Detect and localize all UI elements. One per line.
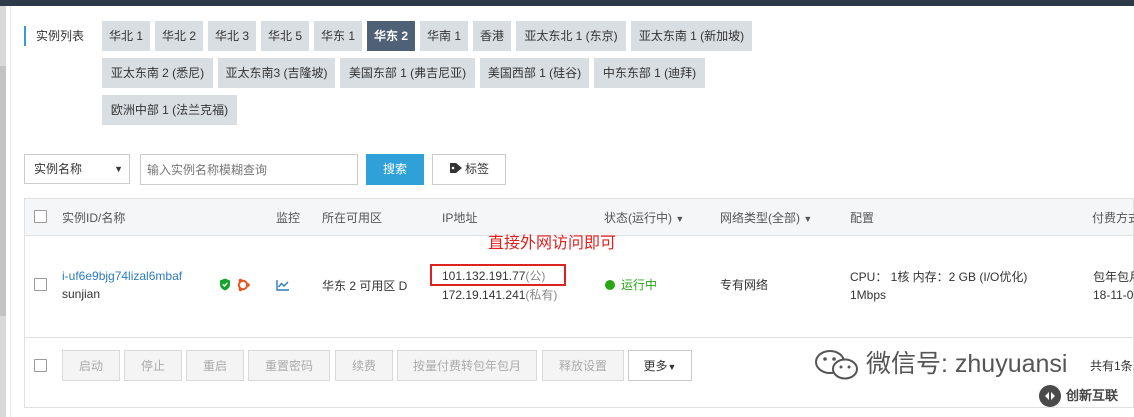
- network-filter-label: 网络类型(全部): [720, 211, 800, 225]
- instance-id-link[interactable]: i-uf6e9bjg74lizal6mbaf: [62, 268, 182, 284]
- search-input[interactable]: [140, 154, 358, 185]
- caret-down-icon: ▼: [667, 362, 677, 372]
- public-ip: 101.132.191.77(公): [442, 268, 545, 284]
- region-tab[interactable]: 香港: [473, 21, 511, 51]
- billing-date: 18-11-0: [1093, 288, 1134, 302]
- region-tab[interactable]: 华北 1: [102, 21, 150, 51]
- region-tab[interactable]: 中东东部 1 (迪拜): [594, 58, 705, 88]
- region-tab-active[interactable]: 华东 2: [367, 21, 415, 51]
- column-header-status[interactable]: 状态(运行中) ▼: [604, 210, 684, 226]
- zone-value: 华东 2 可用区 D: [322, 279, 408, 293]
- search-field-label: 实例名称: [34, 162, 83, 176]
- region-tab[interactable]: 美国西部 1 (硅谷): [480, 58, 589, 88]
- annotation-text: 直接外网访问即可: [488, 235, 617, 252]
- stop-button[interactable]: 停止: [124, 350, 182, 381]
- watermark-text: 微信号: zhuyuansi: [866, 350, 1068, 378]
- divider: [10, 6, 11, 417]
- region-tab[interactable]: 华东 1: [314, 21, 362, 51]
- region-tab[interactable]: 华北 5: [261, 21, 309, 51]
- search-field-select[interactable]: 实例名称 ▼: [24, 154, 130, 184]
- tag-icon: [449, 163, 462, 173]
- column-header-network[interactable]: 网络类型(全部) ▼: [720, 210, 812, 226]
- release-settings-button[interactable]: 释放设置: [542, 350, 624, 381]
- region-tab[interactable]: 欧洲中部 1 (法兰克福): [102, 95, 237, 125]
- private-ip-suffix: (私有): [525, 288, 558, 302]
- caret-down-icon: ▼: [114, 164, 123, 174]
- region-tab[interactable]: 美国东部 1 (弗吉尼亚): [340, 58, 475, 88]
- column-header-monitor: 监控: [276, 211, 301, 225]
- public-ip-suffix: (公): [525, 269, 546, 283]
- top-bar: [0, 0, 1134, 6]
- monitor-chart-icon[interactable]: [276, 279, 290, 291]
- config-spec: CPU： 1核 内存：2 GB (I/O优化): [850, 270, 1028, 284]
- instance-name: sunjian: [62, 287, 101, 301]
- caret-down-icon: ▼: [675, 214, 685, 224]
- pagination-total: 共有1条,: [1090, 359, 1134, 373]
- region-tab[interactable]: 亚太东南3 (吉隆坡): [218, 58, 335, 88]
- billing-type: 包年包月: [1093, 270, 1134, 284]
- private-ip: 172.19.141.241(私有): [442, 287, 557, 303]
- region-tab[interactable]: 华南 1: [420, 21, 468, 51]
- private-ip-value: 172.19.141.241: [442, 288, 526, 302]
- brand-name: 创新互联: [1066, 388, 1119, 403]
- wechat-icon: [815, 350, 858, 380]
- region-tab[interactable]: 亚太东南 1 (新加坡): [631, 21, 752, 51]
- search-button[interactable]: 搜索: [366, 154, 424, 185]
- column-header-ip: IP地址: [442, 211, 478, 225]
- select-all-checkbox[interactable]: [34, 210, 47, 223]
- region-tab[interactable]: 亚太东南 2 (悉尼): [102, 58, 213, 88]
- more-button[interactable]: 更多▼: [628, 350, 692, 381]
- row-checkbox[interactable]: [34, 278, 47, 291]
- brand-logo-icon: [1039, 385, 1061, 407]
- footer-checkbox[interactable]: [34, 359, 47, 372]
- status-text: 运行中: [621, 278, 658, 292]
- tag-button[interactable]: 标签: [432, 154, 506, 185]
- column-header-id: 实例ID/名称: [62, 211, 126, 225]
- caret-down-icon: ▼: [803, 214, 813, 224]
- row-divider: [24, 337, 1134, 338]
- more-button-label: 更多: [643, 359, 668, 373]
- config-bandwidth: 1Mbps: [850, 288, 887, 302]
- page-title: 实例列表: [24, 26, 84, 46]
- region-tab[interactable]: 华北 2: [155, 21, 203, 51]
- scrollbar[interactable]: [0, 6, 6, 417]
- restart-button[interactable]: 重启: [186, 350, 244, 381]
- column-header-config: 配置: [850, 211, 875, 225]
- running-dot-icon: [605, 280, 615, 290]
- start-button[interactable]: 启动: [62, 350, 120, 381]
- public-ip-value: 101.132.191.77: [442, 269, 526, 283]
- scrollbar-thumb[interactable]: [0, 66, 6, 316]
- status-filter-label: 状态(运行中): [604, 211, 672, 225]
- region-tab[interactable]: 华北 3: [208, 21, 256, 51]
- column-header-zone: 所在可用区: [322, 211, 383, 225]
- convert-billing-button[interactable]: 按量付费转包年包月: [397, 350, 537, 381]
- network-type: 专有网络: [720, 278, 769, 292]
- security-shield-icon[interactable]: [219, 278, 231, 291]
- tag-button-label: 标签: [464, 162, 489, 176]
- status-badge: 运行中: [605, 277, 657, 293]
- renew-button[interactable]: 续费: [335, 350, 393, 381]
- region-tab[interactable]: 亚太东北 1 (东京): [516, 21, 626, 51]
- column-header-billing: 付费方式: [1092, 211, 1134, 225]
- reset-password-button[interactable]: 重置密码: [248, 350, 330, 381]
- ubuntu-icon: [237, 278, 250, 292]
